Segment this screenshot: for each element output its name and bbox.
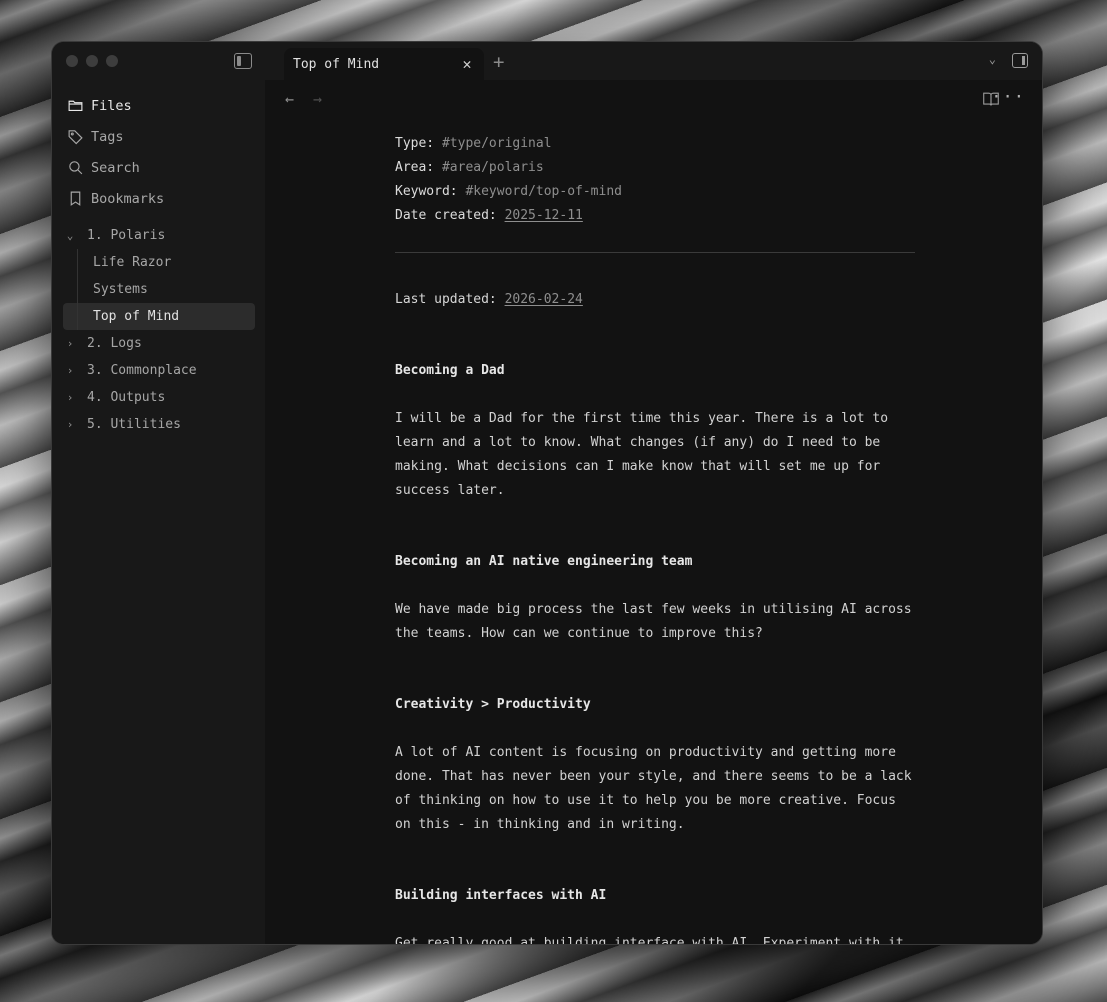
tree-file-top-of-mind[interactable]: Top of Mind <box>63 303 255 330</box>
tree-folder-polaris[interactable]: ⌄ 1. Polaris <box>63 222 255 249</box>
tree-folder-logs[interactable]: › 2. Logs <box>63 330 255 357</box>
tree-file-systems[interactable]: Systems <box>63 276 255 303</box>
nav-bookmarks-label: Bookmarks <box>91 190 165 207</box>
tag-icon <box>66 129 84 145</box>
tree-folder-label: 1. Polaris <box>87 228 166 243</box>
nav-search-label: Search <box>91 159 140 176</box>
chevron-down-icon[interactable]: ⌄ <box>989 52 996 66</box>
tab-title: Top of Mind <box>293 56 380 72</box>
tree-folder-utilities[interactable]: › 5. Utilities <box>63 411 255 438</box>
tree-file-life-razor[interactable]: Life Razor <box>63 249 255 276</box>
section-body: Get really good at building interface wi… <box>395 936 912 944</box>
tree-folder-commonplace[interactable]: › 3. Commonplace <box>63 357 255 384</box>
app-window: Files Tags Search Bookmarks ⌄ 1. Polaris… <box>52 42 1042 944</box>
chevron-right-icon: › <box>66 418 74 431</box>
sidebar-nav: Files Tags Search Bookmarks <box>66 90 256 214</box>
tree-file-label: Systems <box>93 282 148 297</box>
nav-search[interactable]: Search <box>66 152 256 183</box>
tree-folder-label: 5. Utilities <box>87 417 181 432</box>
sidebar: Files Tags Search Bookmarks ⌄ 1. Polaris… <box>52 42 265 944</box>
last-updated-label: Last updated: <box>395 292 497 307</box>
tree-folder-label: 3. Commonplace <box>87 363 197 378</box>
section-heading: Becoming an AI native engineering team <box>395 554 693 569</box>
more-options-icon[interactable]: ··· <box>991 87 1025 107</box>
nav-tags[interactable]: Tags <box>66 121 256 152</box>
tab-bar: Top of Mind ✕ + ⌄ <box>265 42 1042 80</box>
sidebar-toggle-icon[interactable] <box>234 53 252 69</box>
property-label: Area: <box>395 160 435 175</box>
tree-file-label: Life Razor <box>93 255 172 270</box>
window-controls <box>66 55 118 67</box>
section-body: We have made big process the last few we… <box>395 602 912 641</box>
forward-arrow-icon[interactable]: → <box>313 90 322 108</box>
date-link[interactable]: 2026-02-24 <box>505 292 583 307</box>
tag-link[interactable]: #type/original <box>442 136 552 151</box>
folder-icon <box>66 98 84 114</box>
chevron-right-icon: › <box>66 364 74 377</box>
new-tab-icon[interactable]: + <box>493 51 504 73</box>
property-label: Date created: <box>395 208 497 223</box>
close-window-button[interactable] <box>66 55 78 67</box>
minimize-window-button[interactable] <box>86 55 98 67</box>
maximize-window-button[interactable] <box>106 55 118 67</box>
right-sidebar-toggle-icon[interactable] <box>1012 53 1028 68</box>
last-updated: Last updated: 2026-02-24 <box>395 288 915 312</box>
nav-files[interactable]: Files <box>66 90 256 121</box>
section-heading: Becoming a Dad <box>395 363 505 378</box>
property-date-created: Date created: 2025-12-11 <box>395 204 915 228</box>
search-icon <box>66 160 84 176</box>
note-content: Type: #type/original Area: #area/polaris… <box>395 132 915 944</box>
divider <box>395 252 915 253</box>
file-tree: ⌄ 1. Polaris Life Razor Systems Top of M… <box>63 222 255 438</box>
back-arrow-icon[interactable]: ← <box>285 90 294 108</box>
tree-folder-label: 4. Outputs <box>87 390 166 405</box>
property-area: Area: #area/polaris <box>395 156 915 180</box>
section-body: I will be a Dad for the first time this … <box>395 411 889 498</box>
chevron-right-icon: › <box>66 391 74 404</box>
close-icon[interactable]: ✕ <box>458 55 476 73</box>
nav-files-label: Files <box>91 97 132 114</box>
property-keyword: Keyword: #keyword/top-of-mind <box>395 180 915 204</box>
main-pane: Top of Mind ✕ + ⌄ ← → ··· Type: #type/or… <box>265 42 1042 944</box>
tab-top-of-mind[interactable]: Top of Mind ✕ <box>284 48 484 80</box>
chevron-right-icon: › <box>66 337 74 350</box>
property-label: Keyword: <box>395 184 458 199</box>
section-heading: Creativity > Productivity <box>395 697 591 712</box>
tree-folder-label: 2. Logs <box>87 336 142 351</box>
bookmark-icon <box>66 191 84 207</box>
date-link[interactable]: 2025-12-11 <box>505 208 583 223</box>
section-heading: Building interfaces with AI <box>395 888 607 903</box>
tree-folder-outputs[interactable]: › 4. Outputs <box>63 384 255 411</box>
property-type: Type: #type/original <box>395 132 915 156</box>
tag-link[interactable]: #keyword/top-of-mind <box>465 184 622 199</box>
nav-tags-label: Tags <box>91 128 124 145</box>
tree-children: Life Razor Systems Top of Mind <box>63 249 255 330</box>
section-body: A lot of AI content is focusing on produ… <box>395 745 912 832</box>
view-toolbar: ← → ··· <box>265 80 1042 118</box>
tree-file-label: Top of Mind <box>93 309 180 324</box>
property-label: Type: <box>395 136 435 151</box>
nav-bookmarks[interactable]: Bookmarks <box>66 183 256 214</box>
tag-link[interactable]: #area/polaris <box>442 160 544 175</box>
chevron-down-icon: ⌄ <box>66 229 74 242</box>
